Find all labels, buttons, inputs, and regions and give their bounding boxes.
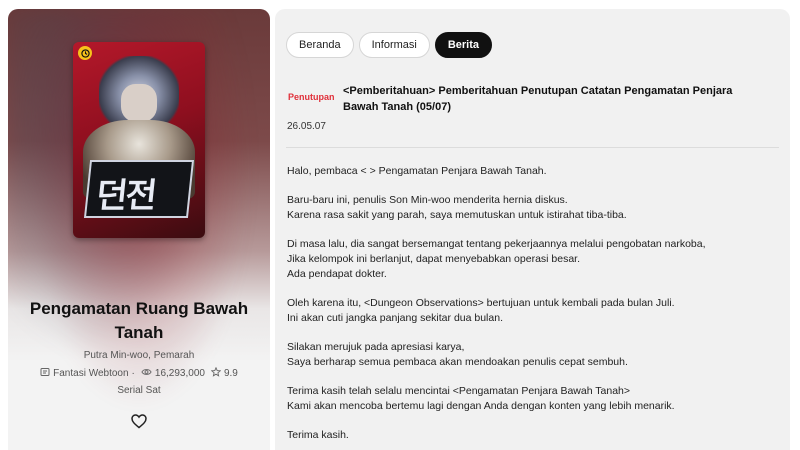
notice-line: Ada pendapat dokter. (287, 268, 387, 280)
notice-line: Oleh karena itu, <Dungeon Observations> … (287, 297, 675, 309)
tab-berita[interactable]: Berita (434, 32, 493, 58)
notice-line: Kami akan mencoba bertemu lagi dengan An… (287, 400, 675, 412)
notice-paragraph: Terima kasih telah selalu mencintai <Pen… (287, 384, 782, 414)
cover-logo-text: 던전 (94, 176, 157, 216)
notice-line: Terima kasih. (287, 429, 349, 441)
series-authors[interactable]: Putra Min-woo, Pemarah (8, 350, 270, 361)
series-info-panel: 던전 Pengamatan Ruang Bawah Tanah Putra Mi… (8, 9, 270, 450)
genre-label: Fantasi Webtoon (53, 368, 129, 379)
notice-category-badge: Penutupan (288, 92, 335, 102)
views-meta: 16,293,000 (141, 367, 205, 380)
star-icon (210, 366, 222, 380)
rating-value: 9.9 (223, 368, 238, 379)
series-cover[interactable]: 던전 (73, 42, 205, 238)
cover-logo: 던전 (83, 160, 195, 218)
notice-body: Halo, pembaca < > Pengamatan Penjara Baw… (287, 164, 782, 450)
series-title: Pengamatan Ruang Bawah Tanah (29, 299, 249, 342)
notice-line: Halo, pembaca < > Pengamatan Penjara Baw… (287, 165, 547, 177)
divider (286, 147, 779, 148)
notice-line: Baru-baru ini, penulis Son Min-woo mende… (287, 194, 568, 206)
release-schedule: Serial Sat (117, 385, 161, 396)
heart-icon[interactable] (129, 411, 149, 431)
notice-paragraph: Halo, pembaca < > Pengamatan Penjara Baw… (287, 164, 782, 179)
tab-bar: Beranda Informasi Berita (286, 32, 493, 58)
notice-paragraph: Di masa lalu, dia sangat bersemangat ten… (287, 237, 782, 282)
notice-line: Di masa lalu, dia sangat bersemangat ten… (287, 238, 706, 250)
notice-line: Jika kelompok ini berlanjut, dapat menye… (287, 253, 581, 265)
notice-line: Ini akan cuti jangka panjang sekitar dua… (287, 312, 503, 324)
notice-line: Silakan merujuk pada apresiasi karya, (287, 341, 465, 353)
views-count: 16,293,000 (154, 368, 205, 379)
notice-paragraph: Oleh karena itu, <Dungeon Observations> … (287, 296, 782, 326)
meta-separator: · (131, 368, 135, 379)
clock-icon (78, 46, 92, 60)
eye-icon (141, 367, 152, 380)
rating-meta: 9.9 (210, 366, 238, 380)
tab-informasi[interactable]: Informasi (358, 32, 430, 58)
genre-meta: Fantasi Webtoon · (40, 367, 135, 380)
series-meta: Fantasi Webtoon · 16,293,000 9.9 (8, 366, 270, 380)
notice-title: <Pemberitahuan> Pemberitahuan Penutupan … (343, 85, 733, 113)
content-panel: Beranda Informasi Berita Penutupan <Pemb… (275, 9, 790, 450)
notice-date: 26.05.07 (287, 121, 326, 132)
cover-art-face (121, 84, 157, 122)
notice-line: Saya berharap semua pembaca akan mendoak… (287, 356, 628, 368)
notice-line: Karena rasa sakit yang parah, saya memut… (287, 209, 627, 221)
notice-line: Terima kasih telah selalu mencintai <Pen… (287, 385, 631, 397)
notice-paragraph: Baru-baru ini, penulis Son Min-woo mende… (287, 193, 782, 223)
notice-paragraph: Silakan merujuk pada apresiasi karya, Sa… (287, 340, 782, 370)
tab-beranda[interactable]: Beranda (286, 32, 354, 58)
book-icon (40, 367, 50, 380)
notice-paragraph: Terima kasih. (287, 428, 782, 443)
